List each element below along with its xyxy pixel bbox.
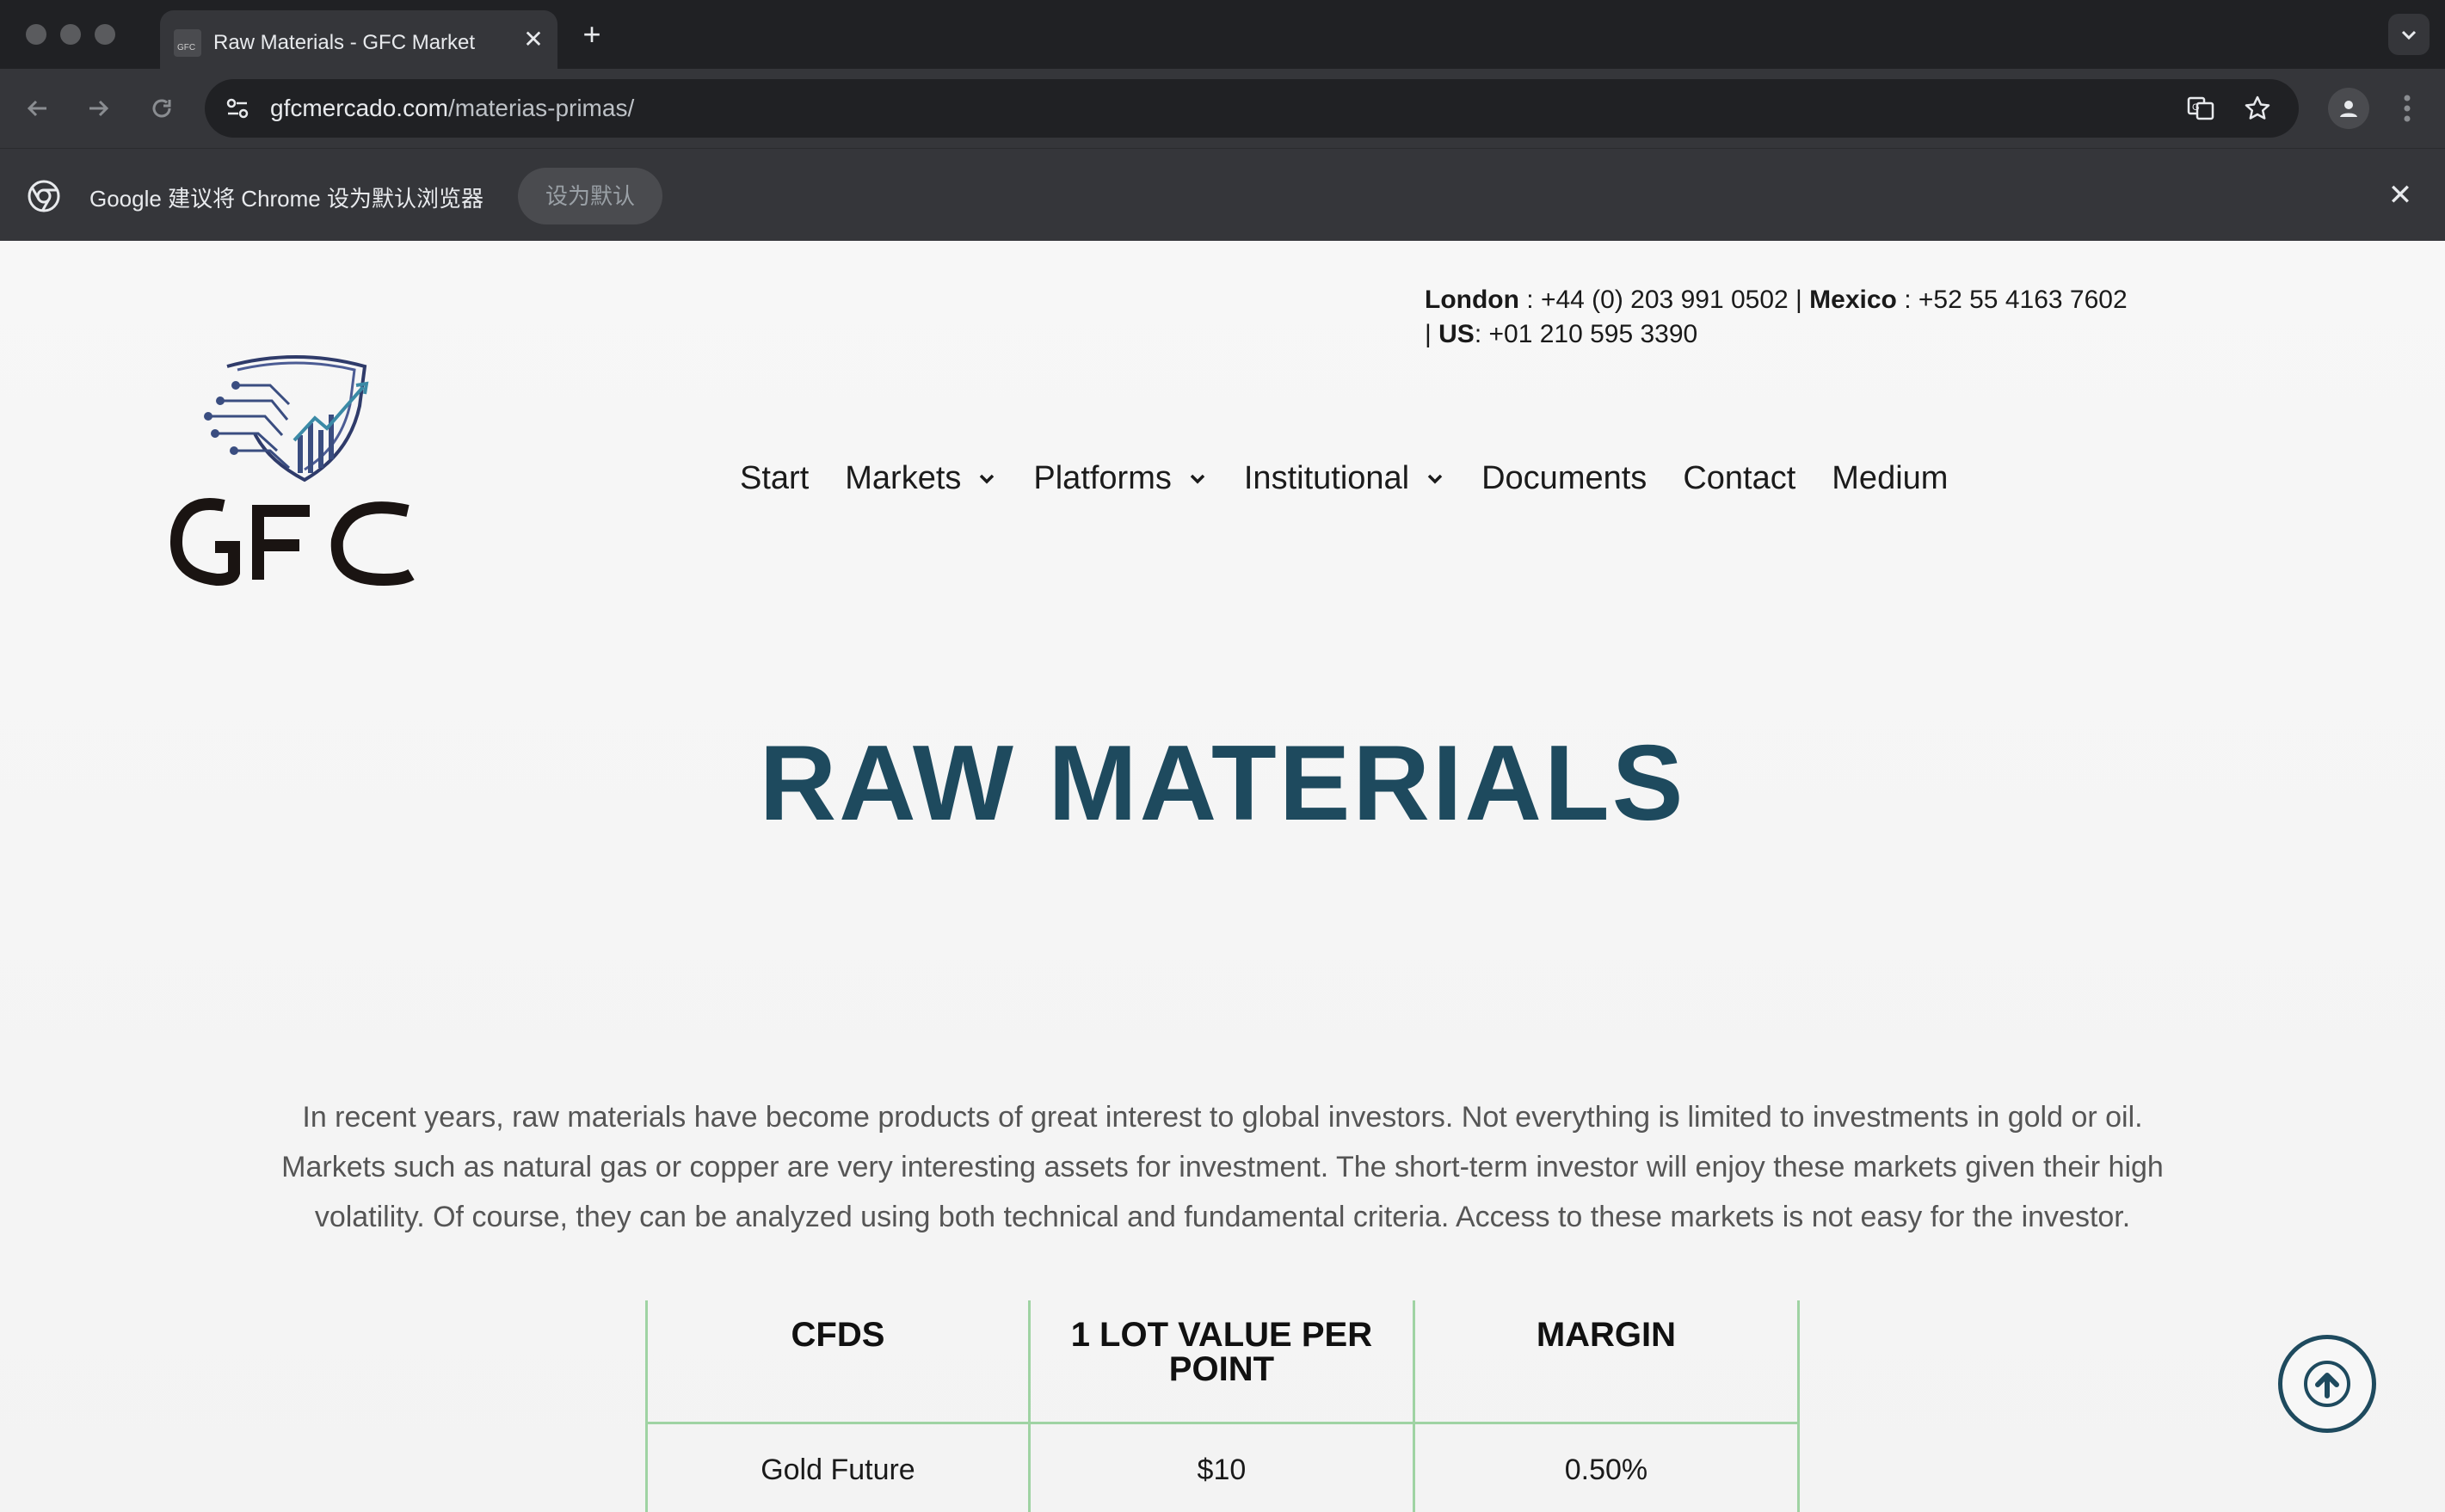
- nav-contact[interactable]: Contact: [1683, 460, 1795, 497]
- nav-markets-label: Markets: [845, 459, 962, 496]
- url-text[interactable]: gfcmercado.com/materias-primas/: [270, 95, 634, 122]
- url-host: gfcmercado.com: [270, 95, 448, 121]
- more-menu-icon[interactable]: [2392, 88, 2423, 129]
- arrow-right-icon: [89, 100, 109, 117]
- tab-title: Raw Materials - GFC Market: [213, 31, 476, 54]
- chrome-logo-icon: [28, 180, 60, 212]
- table-cell-instrument: Gold Future: [645, 1423, 1031, 1512]
- nav-institutional-label: Institutional: [1243, 459, 1410, 496]
- us-label: US: [1438, 320, 1475, 348]
- main-navigation: Start Markets Platforms Institutional Do…: [740, 454, 1984, 502]
- svg-text:G: G: [2192, 102, 2200, 113]
- contact-phones-line-1: London : +44 (0) 203 991 0502 | Mexico :…: [1425, 286, 2199, 315]
- reload-button[interactable]: [143, 89, 181, 127]
- table-header-lot-value: 1 LOT VALUE PER POINT: [1027, 1300, 1415, 1424]
- infobar-text: Google 建议将 Chrome 设为默认浏览器: [89, 186, 483, 212]
- nav-start-label: Start: [740, 459, 810, 496]
- person-icon: [2340, 101, 2357, 117]
- page-title: RAW MATERIALS: [759, 724, 1686, 843]
- us-phone: : +01 210 595 3390: [1474, 320, 1698, 348]
- contact-phones-line-2: | US: +01 210 595 3390: [1425, 320, 2199, 349]
- mexico-label: Mexico: [1809, 286, 1897, 314]
- table-cell-margin: 0.50%: [1412, 1423, 1801, 1512]
- chevron-down-icon: [2401, 30, 2417, 40]
- window-minimize-dot[interactable]: [60, 24, 81, 45]
- us-prefix: |: [1425, 320, 1439, 348]
- nav-platforms-label: Platforms: [1033, 459, 1172, 496]
- cfd-table: CFDS 1 LOT VALUE PER POINT MARGIN Gold F…: [645, 1300, 1801, 1512]
- chevron-down-icon: [980, 474, 995, 484]
- browser-tab-bar: GFC Raw Materials - GFC Market ✕ +: [0, 0, 2445, 69]
- gfc-logo[interactable]: [169, 351, 423, 600]
- address-bar[interactable]: gfcmercado.com/materias-primas/ G: [205, 79, 2299, 138]
- tab-search-button[interactable]: [2388, 14, 2430, 55]
- table-cell-lot-value: $10: [1027, 1423, 1415, 1512]
- svg-text:GFC: GFC: [177, 43, 195, 52]
- nav-medium-label: Medium: [1832, 459, 1949, 496]
- table-row: Gold Future $10 0.50%: [645, 1423, 1801, 1512]
- nav-documents[interactable]: Documents: [1481, 460, 1647, 497]
- url-path: /materias-primas/: [447, 95, 635, 121]
- translate-icon[interactable]: G: [2185, 93, 2216, 124]
- intro-paragraph: In recent years, raw materials have beco…: [281, 1101, 2164, 1233]
- table-header-margin: MARGIN: [1412, 1300, 1801, 1424]
- nav-platforms[interactable]: Platforms: [1033, 460, 1207, 497]
- nav-contact-label: Contact: [1683, 459, 1796, 496]
- window-zoom-dot[interactable]: [95, 24, 115, 45]
- london-label: London: [1425, 286, 1519, 314]
- browser-tab-active[interactable]: GFC Raw Materials - GFC Market ✕: [160, 10, 557, 69]
- scroll-to-top-button[interactable]: [2278, 1335, 2376, 1433]
- nav-documents-label: Documents: [1481, 459, 1647, 496]
- nav-start[interactable]: Start: [740, 460, 809, 497]
- back-button[interactable]: [19, 89, 57, 127]
- profile-button[interactable]: [2328, 88, 2369, 129]
- bookmark-star-icon[interactable]: [2242, 93, 2273, 124]
- mexico-phone: : +52 55 4163 7602: [1896, 286, 2128, 314]
- arrow-left-icon: [27, 100, 46, 117]
- nav-medium[interactable]: Medium: [1832, 460, 1948, 497]
- new-tab-button[interactable]: +: [576, 19, 607, 50]
- browser-toolbar: gfcmercado.com/materias-primas/ G: [0, 69, 2445, 148]
- page-content: London : +44 (0) 203 991 0502 | Mexico :…: [0, 241, 2445, 1512]
- default-browser-infobar: Google 建议将 Chrome 设为默认浏览器 设为默认 ✕: [0, 148, 2445, 241]
- table-header-cfds: CFDS: [645, 1300, 1031, 1424]
- arrow-up-circle-icon: [2304, 1361, 2350, 1407]
- table-header-row: CFDS 1 LOT VALUE PER POINT MARGIN: [645, 1300, 1801, 1424]
- site-info-icon[interactable]: [222, 93, 253, 124]
- tab-close-icon[interactable]: ✕: [520, 26, 547, 53]
- chevron-down-icon: [1427, 474, 1443, 484]
- nav-markets[interactable]: Markets: [845, 460, 997, 497]
- forward-button[interactable]: [79, 89, 117, 127]
- infobar-close-icon[interactable]: ✕: [2383, 178, 2417, 212]
- set-default-button[interactable]: 设为默认: [518, 168, 662, 224]
- gfc-favicon-icon: GFC: [174, 29, 201, 57]
- window-close-dot[interactable]: [26, 24, 46, 45]
- nav-institutional[interactable]: Institutional: [1244, 460, 1445, 497]
- reload-icon: [152, 99, 171, 118]
- london-phone: : +44 (0) 203 991 0502 |: [1518, 286, 1810, 314]
- chevron-down-icon: [1190, 474, 1205, 484]
